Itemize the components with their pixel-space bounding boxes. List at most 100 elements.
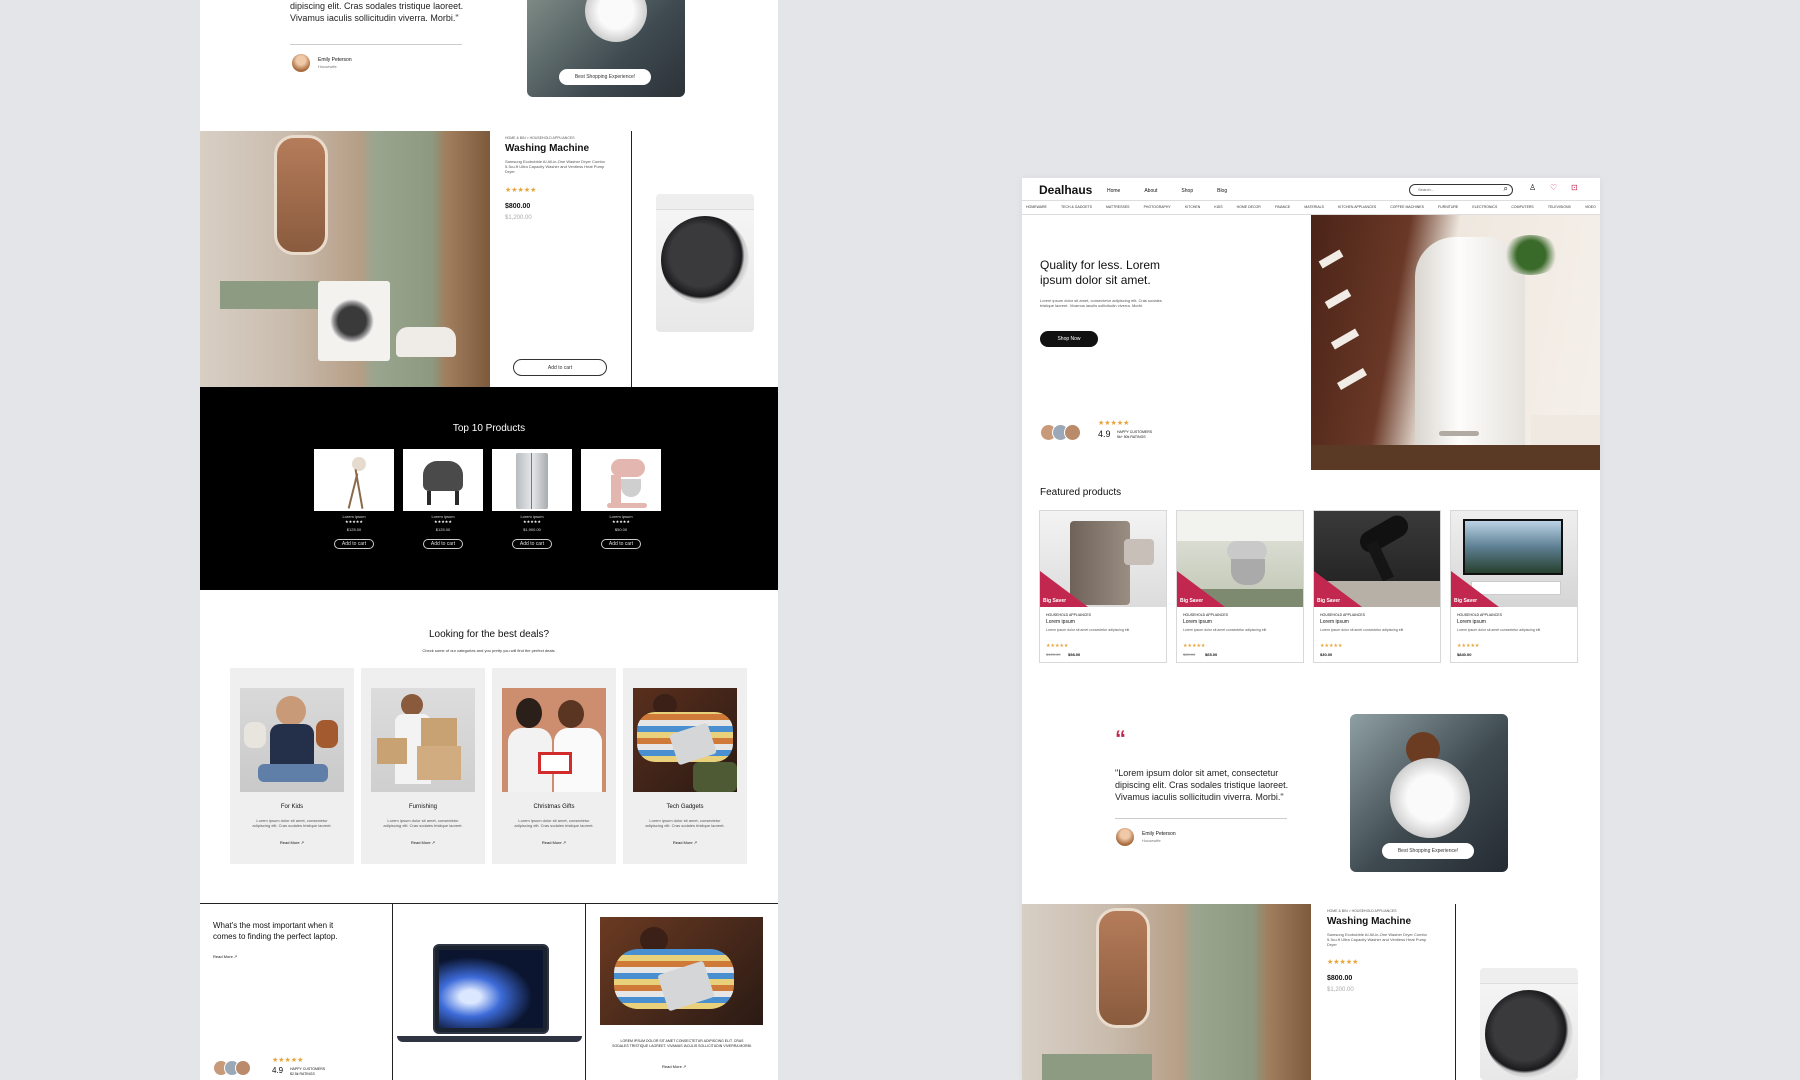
- customer-avatars: [1040, 424, 1090, 442]
- rating-label: HAPPY CUSTOMERS 5k+ 50k RATINGS: [1117, 430, 1153, 439]
- read-more-link[interactable]: Read More ↗: [213, 954, 237, 959]
- rating-stars: ★★★★★: [1327, 959, 1359, 966]
- fridge-kitchen-photo: [1311, 215, 1600, 470]
- price: $30.00: [1320, 652, 1333, 657]
- testimonial-author: Emily Peterson: [318, 57, 352, 63]
- top10-add-button[interactable]: Add to cart: [601, 539, 641, 549]
- main-nav: Home About Shop Blog: [1107, 188, 1251, 194]
- deal-card-desc: Lorem ipsum dolor sit amet, consectetur …: [252, 818, 332, 828]
- read-more-link[interactable]: Read More ↗: [492, 840, 616, 845]
- top10-price: $125.00: [435, 527, 451, 532]
- testimonial-author: Emily Peterson: [1142, 831, 1176, 837]
- featured-product-card[interactable]: Big Saver HOUSEHOLD APPLIANCES Lorem ips…: [1039, 510, 1167, 663]
- category-link[interactable]: COMPUTERS: [1511, 205, 1533, 209]
- featured-product-card[interactable]: Big Saver HOUSEHOLD APPLIANCES Lorem ips…: [1313, 510, 1441, 663]
- add-to-cart-button[interactable]: Add to cart: [513, 359, 607, 376]
- category-link[interactable]: COFFEE MACHINES: [1390, 205, 1424, 209]
- category-link[interactable]: MATERIALS: [1304, 205, 1324, 209]
- heart-icon[interactable]: ♡: [1550, 183, 1557, 192]
- breadcrumb: HOME & BIN > HOUSEHOLD APPLIANCES: [505, 136, 575, 140]
- user-icon[interactable]: ♙: [1529, 183, 1536, 192]
- site-logo[interactable]: Dealhaus: [1039, 183, 1092, 197]
- breadcrumb: HOME & BIN > HOUSEHOLD APPLIANCES: [1327, 909, 1397, 913]
- rating-score: 4.9: [1098, 429, 1111, 439]
- best-shopping-button[interactable]: Best Shopping Experience!: [559, 69, 651, 85]
- deal-card-furnishing[interactable]: Furnishing Lorem ipsum dolor sit amet, c…: [361, 668, 485, 864]
- featured-product-card[interactable]: Big Saver HOUSEHOLD APPLIANCES Lorem ips…: [1176, 510, 1304, 663]
- category-link[interactable]: KITCHEN APPLIANCES: [1338, 205, 1376, 209]
- price: $840.00: [1457, 652, 1472, 657]
- top10-add-button[interactable]: Add to cart: [334, 539, 374, 549]
- search-bar[interactable]: Search... ⌕: [1409, 184, 1513, 196]
- category-link[interactable]: VIDEO: [1585, 205, 1596, 209]
- category-link[interactable]: TELEVISIONS: [1548, 205, 1571, 209]
- divider: [1115, 818, 1287, 819]
- top10-price: $1,900.00: [523, 527, 541, 532]
- read-more-link[interactable]: Read More ↗: [662, 1064, 686, 1069]
- product-name: Lorem ipsum: [1046, 619, 1075, 625]
- top10-add-button[interactable]: Add to cart: [423, 539, 463, 549]
- category-link[interactable]: FINANCE: [1275, 205, 1290, 209]
- top10-price: $125.00: [346, 527, 362, 532]
- top10-item-fridge[interactable]: [492, 449, 572, 511]
- category-link[interactable]: MATTRESSES: [1106, 205, 1129, 209]
- featured-product-card[interactable]: Big Saver HOUSEHOLD APPLIANCES Lorem ips…: [1450, 510, 1578, 663]
- top10-add-button[interactable]: Add to cart: [512, 539, 552, 549]
- arrow-up-right-icon: ↗: [693, 840, 698, 845]
- nav-home[interactable]: Home: [1107, 188, 1120, 194]
- arrow-up-right-icon: ↗: [233, 954, 238, 959]
- arrow-up-right-icon: ↗: [682, 1064, 687, 1069]
- deal-card-christmas[interactable]: Christmas Gifts Lorem ipsum dolor sit am…: [492, 668, 616, 864]
- hero-description: Lorem ipsum dolor sit amet, consectetur …: [1040, 298, 1162, 308]
- rating-stars: ★★★★★: [505, 187, 537, 194]
- deal-card-tech[interactable]: Tech Gadgets Lorem ipsum dolor sit amet,…: [623, 668, 747, 864]
- bathroom-photo: [1022, 904, 1311, 1080]
- top10-item-chair[interactable]: [403, 449, 483, 511]
- category-link[interactable]: HOME DECOR: [1237, 205, 1261, 209]
- old-price: $85.00: [1183, 652, 1196, 657]
- category-link[interactable]: HOMEWARE: [1026, 205, 1047, 209]
- shop-now-button[interactable]: Shop Now: [1040, 331, 1098, 347]
- top10-title: Top 10 Products: [452, 423, 526, 434]
- product-old-price: $1,200.00: [1327, 987, 1354, 993]
- deal-card-kids[interactable]: For Kids Lorem ipsum dolor sit amet, con…: [230, 668, 354, 864]
- product-name: Lorem ipsum: [1183, 619, 1212, 625]
- best-shopping-button[interactable]: Best Shopping Experience!: [1382, 843, 1474, 859]
- top10-item-lamp[interactable]: [314, 449, 394, 511]
- read-more-link[interactable]: Read More ↗: [361, 840, 485, 845]
- product-old-price: $1,200.00: [505, 215, 532, 221]
- product-name: Lorem ipsum: [1457, 619, 1486, 625]
- avatar: [292, 54, 310, 72]
- search-icon[interactable]: ⌕: [1504, 184, 1508, 194]
- hero-title: Quality for less. Lorem ipsum dolor sit …: [1040, 258, 1161, 287]
- category-link[interactable]: PHOTOGRAPHY: [1144, 205, 1171, 209]
- nav-shop[interactable]: Shop: [1181, 188, 1193, 194]
- read-more-link[interactable]: Read More ↗: [230, 840, 354, 845]
- category-link[interactable]: TECH & GADGETS: [1061, 205, 1092, 209]
- category-link[interactable]: FURNITURE: [1438, 205, 1458, 209]
- search-input[interactable]: Search...: [1418, 187, 1434, 192]
- product-price: $800.00: [505, 203, 531, 210]
- christmas-photo: [502, 688, 606, 792]
- nav-about[interactable]: About: [1144, 188, 1157, 194]
- price: $98.00: [1068, 652, 1081, 657]
- read-more-link[interactable]: Read More ↗: [623, 840, 747, 845]
- deal-card-title: Tech Gadgets: [666, 804, 704, 810]
- old-price: $125.00: [1046, 652, 1061, 657]
- washing-machine-photo: [1480, 968, 1578, 1080]
- right-page-preview: Dealhaus Home About Shop Blog Search... …: [1022, 178, 1600, 1080]
- cart-icon[interactable]: ⊡: [1571, 183, 1578, 192]
- top10-item-mixer[interactable]: [581, 449, 661, 511]
- deals-title: Looking for the best deals?: [428, 629, 550, 640]
- rating-stars: ★★★★★: [345, 519, 363, 524]
- tech-caption: LOREM IPSUM DOLOR SIT AMET CONSECTETUR A…: [612, 1039, 752, 1048]
- price: $65.00: [1205, 652, 1218, 657]
- rating-stars: ★★★★★: [523, 519, 541, 524]
- category-link[interactable]: KIDS: [1214, 205, 1222, 209]
- nav-blog[interactable]: Blog: [1217, 188, 1227, 194]
- category-link[interactable]: ELECTRONICS: [1472, 205, 1497, 209]
- bathroom-photo: [200, 131, 490, 387]
- tech-gadgets-photo: [600, 917, 763, 1025]
- testimonial-quote: "Lorem ipsum dolor sit amet, consectetur…: [1115, 768, 1289, 802]
- category-link[interactable]: KITCHEN: [1185, 205, 1200, 209]
